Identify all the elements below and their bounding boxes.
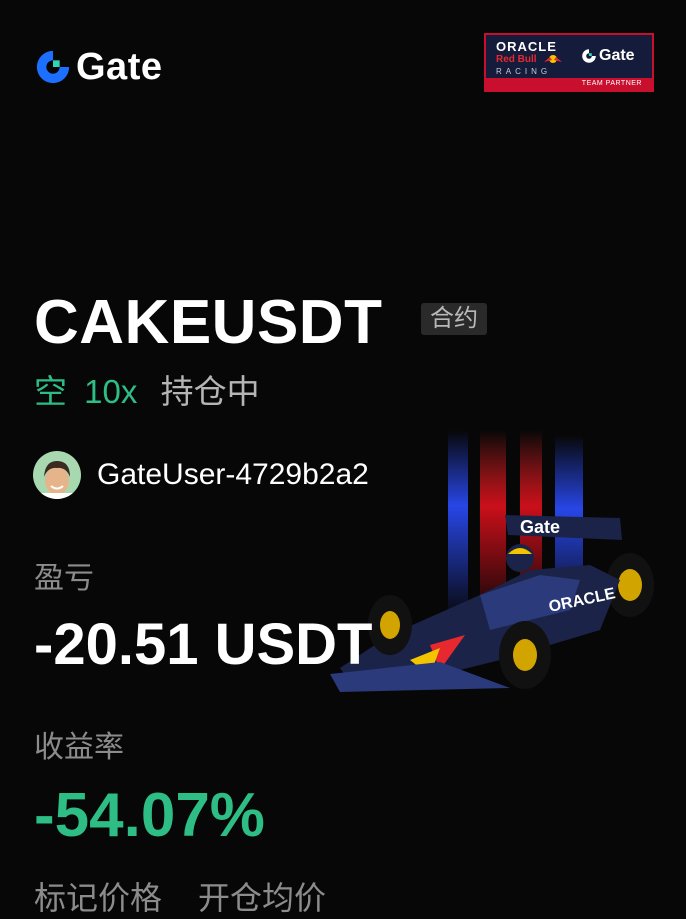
trading-pair: CAKEUSDT <box>34 288 383 357</box>
partner-footer-strip: TEAM PARTNER <box>486 78 652 90</box>
user-info: GateUser-4729b2a2 <box>33 451 369 499</box>
gate-logo-icon <box>36 50 70 84</box>
partner-gate-text: Gate <box>599 47 635 64</box>
position-summary: 空 10x 持仓中 <box>34 372 260 412</box>
gate-logo-small-icon <box>582 49 596 63</box>
position-side: 空 <box>34 373 67 410</box>
roi-value: -54.07% <box>34 781 265 850</box>
position-status: 持仓中 <box>160 373 260 410</box>
f1-car-illustration: Gate ORACLE <box>330 430 654 692</box>
partner-oracle-text: ORACLE <box>496 39 557 54</box>
contract-tag: 合约 <box>421 303 487 335</box>
avatar <box>33 451 81 499</box>
price-labels-row: 标记价格 开仓均价 <box>34 873 326 919</box>
mark-price-label: 标记价格 <box>34 880 163 916</box>
pnl-label: 盈亏 <box>34 562 94 595</box>
brand-name: Gate <box>76 46 163 88</box>
roi-label: 收益率 <box>34 731 124 764</box>
partner-racing-text: RACING <box>496 67 552 76</box>
red-bull-icon <box>544 55 562 63</box>
partner-gate-logo: Gate <box>581 47 635 65</box>
partner-redbull-text: Red Bull <box>496 54 537 65</box>
team-partner-badge: ORACLE Red Bull RACING Gate TEAM PARTNER <box>484 33 654 92</box>
gate-logo: Gate <box>34 48 162 86</box>
username: GateUser-4729b2a2 <box>97 458 369 491</box>
avg-open-price-label: 开仓均价 <box>198 880 327 916</box>
pnl-value: -20.51 USDT <box>34 612 373 677</box>
position-leverage: 10x <box>84 373 138 410</box>
car-wing-gate-text: Gate <box>520 517 560 537</box>
